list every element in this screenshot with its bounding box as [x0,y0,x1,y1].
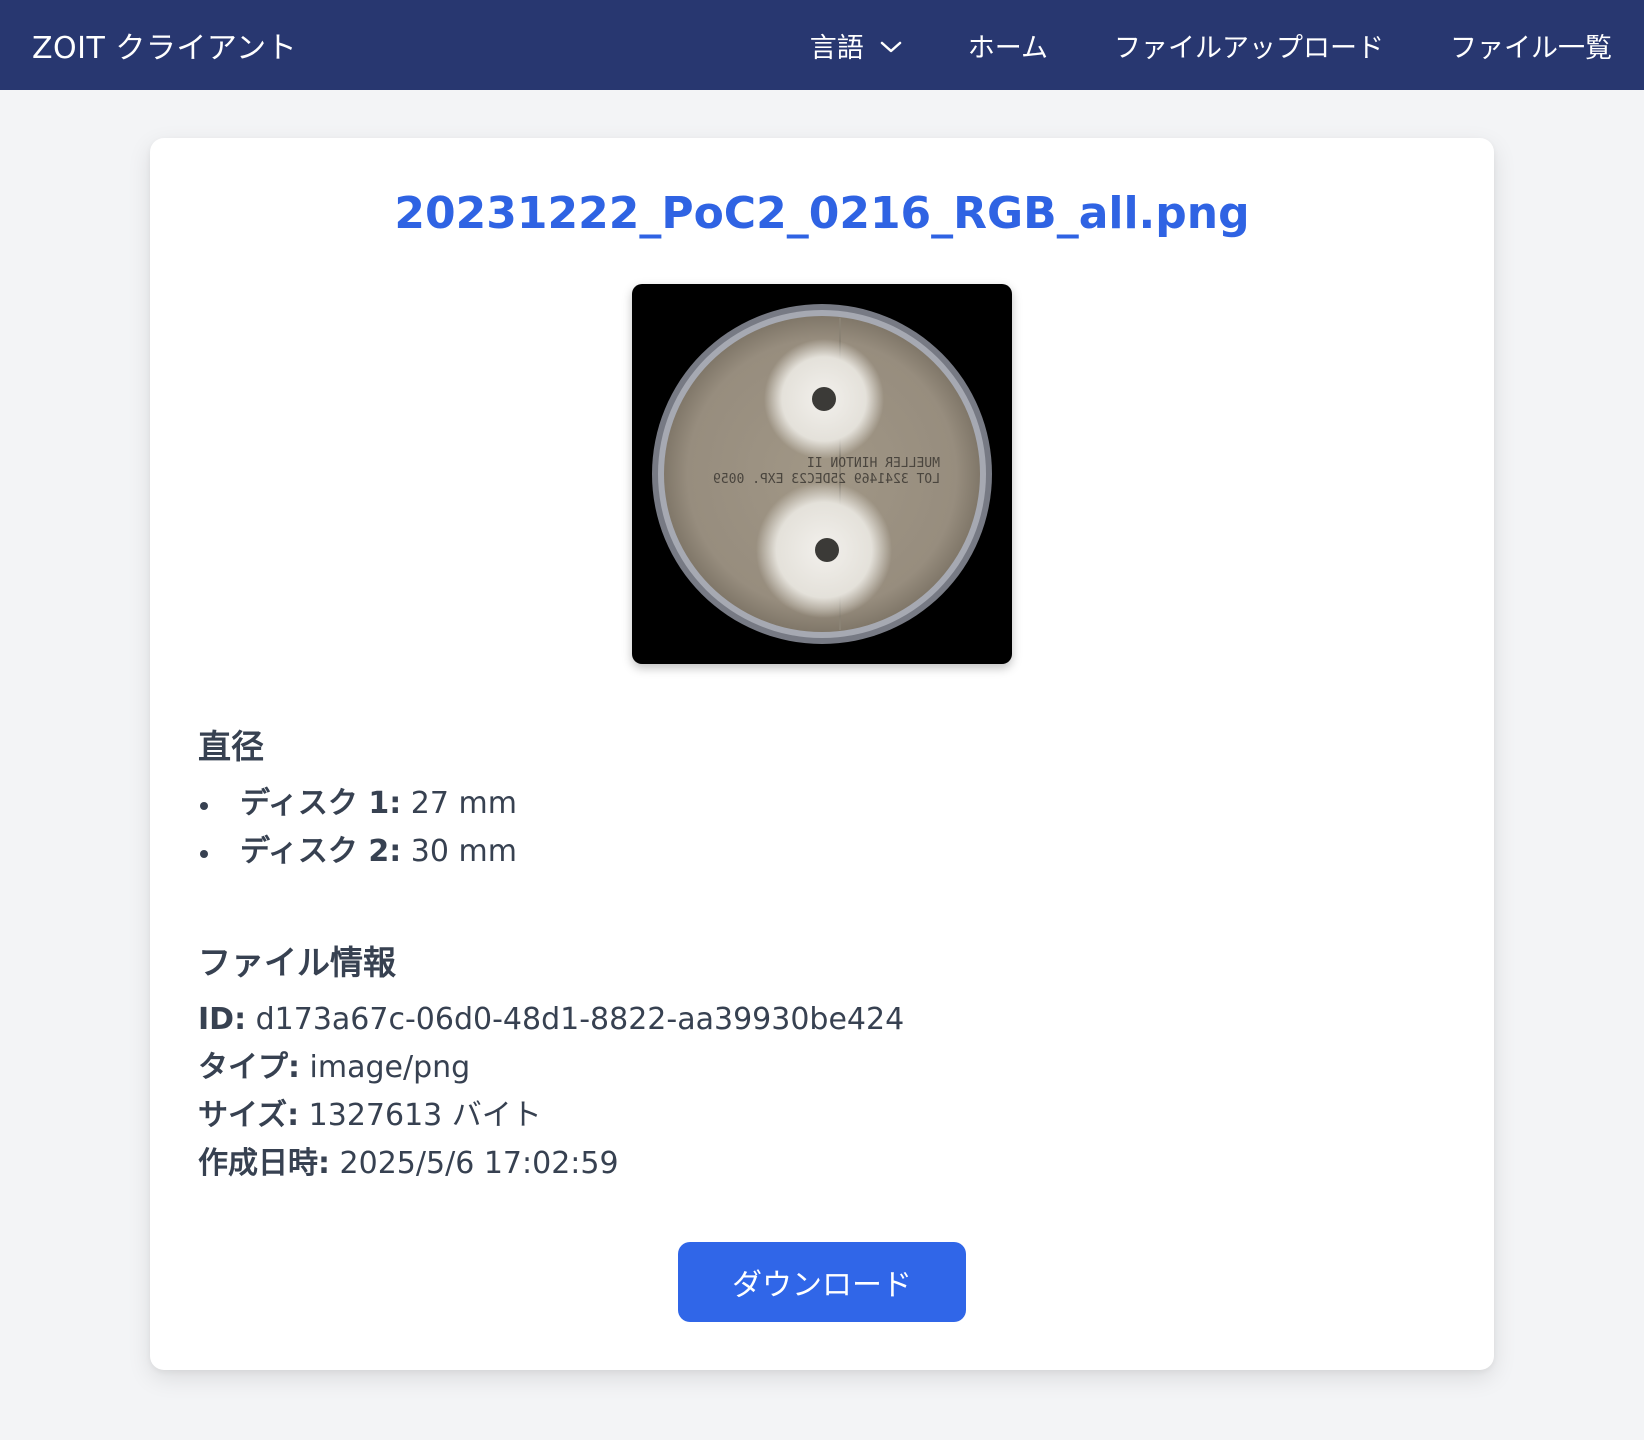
file-created-row: 作成日時: 2025/5/6 17:02:59 [198,1140,904,1188]
disc-2-value: 30 mm [410,834,517,869]
file-created-value: 2025/5/6 17:02:59 [339,1146,619,1181]
file-name-title: 20231222_PoC2_0216_RGB_all.png [394,188,1250,239]
file-size-label: サイズ: [198,1098,300,1133]
diameter-list: ディスク 1: 27 mm ディスク 2: 30 mm [198,780,517,876]
plate-text-line2: LOT 3241469 25DEC23 EXP. 0059 [713,472,940,487]
file-created-label: 作成日時: [198,1146,330,1181]
brand-logo-text[interactable]: ZOIT クライアント [32,23,297,67]
plate-text-line1: MUELLER HINTON II [807,456,940,471]
file-info-heading: ファイル情報 [198,943,396,982]
file-size-value: 1327613 バイト [308,1098,542,1133]
disc-1-value: 27 mm [410,786,517,821]
file-info-block: ID: d173a67c-06d0-48d1-8822-aa39930be424… [198,996,904,1188]
file-detail-card: 20231222_PoC2_0216_RGB_all.png MUELLER H… [150,138,1494,1370]
file-id-label: ID: [198,1002,247,1037]
top-navbar: ZOIT クライアント 言語 ホーム ファイルアップロード ファイル一覧 [0,0,1644,90]
nav-file-list-link[interactable]: ファイル一覧 [1450,26,1612,65]
petri-dish-image: MUELLER HINTON II LOT 3241469 25DEC23 EX… [632,284,1012,664]
file-id-value: d173a67c-06d0-48d1-8822-aa39930be424 [255,1002,905,1037]
nav-home-link[interactable]: ホーム [968,26,1048,65]
file-type-value: image/png [309,1050,471,1085]
file-type-row: タイプ: image/png [198,1044,904,1092]
language-label: 言語 [809,32,864,64]
diameter-heading: 直径 [198,727,264,766]
disc-1-label: ディスク 1: [240,786,402,821]
list-item: ディスク 2: 30 mm [198,828,517,876]
list-item: ディスク 1: 27 mm [198,780,517,828]
disc-2-label: ディスク 2: [240,834,402,869]
language-dropdown[interactable]: 言語 [810,26,902,65]
download-button[interactable]: ダウンロード [678,1242,966,1322]
chevron-down-icon [880,30,902,61]
file-size-row: サイズ: 1327613 バイト [198,1092,904,1140]
nav-menu: 言語 ホーム ファイルアップロード ファイル一覧 [810,26,1612,65]
file-type-label: タイプ: [198,1050,300,1085]
nav-upload-link[interactable]: ファイルアップロード [1114,26,1384,65]
file-id-row: ID: d173a67c-06d0-48d1-8822-aa39930be424 [198,996,904,1044]
